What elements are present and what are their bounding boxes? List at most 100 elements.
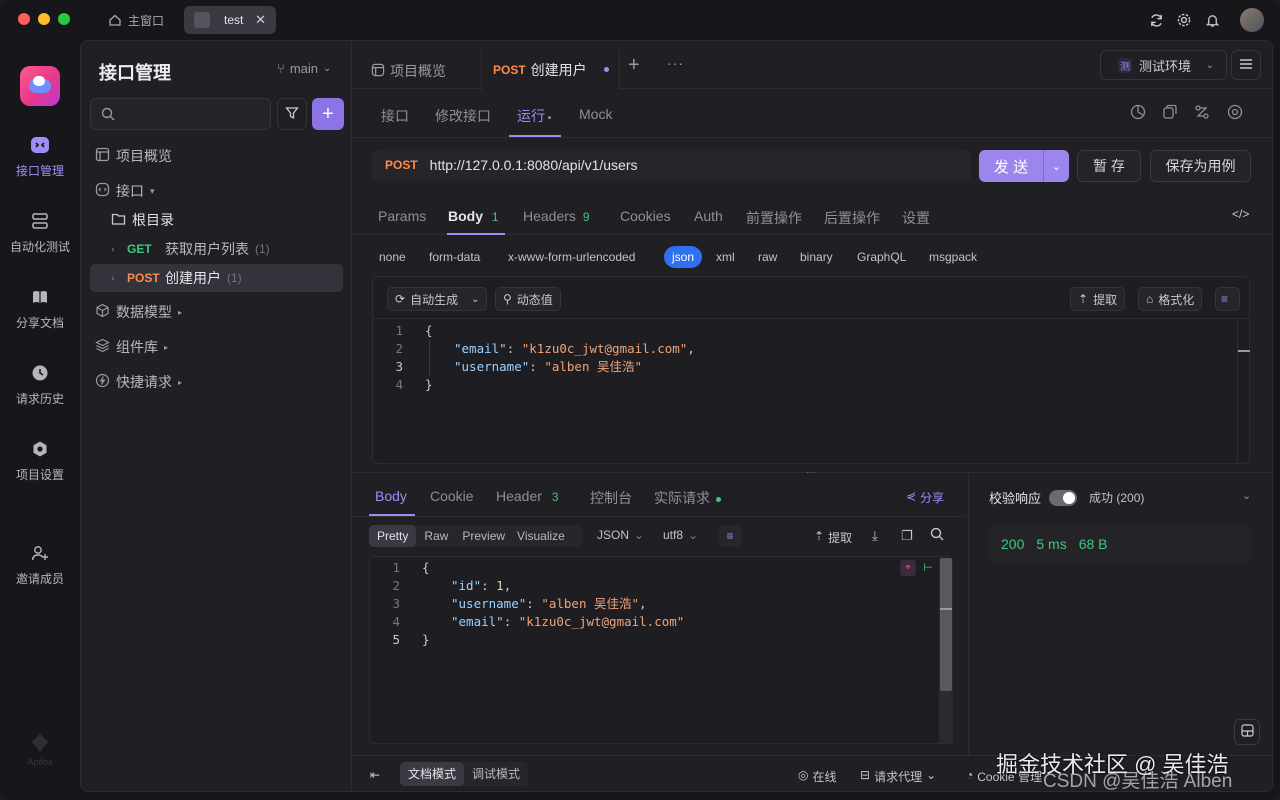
minimize-window-button[interactable] [38,13,50,25]
view-pretty[interactable]: Pretty [369,525,417,547]
wrap-button[interactable]: ≡ [718,525,742,547]
validate-toggle[interactable] [1049,489,1078,506]
tree-item-root[interactable]: 根目录 [109,206,343,234]
tab-response-header[interactable]: Header 3 [496,488,559,504]
tab-response-cookie[interactable]: Cookie [430,488,474,504]
collapse-sidebar-icon[interactable]: ⇤ [370,768,380,782]
tab-actual-request[interactable]: 实际请求 [654,488,721,508]
body-type-msgpack[interactable]: msgpack [929,246,977,268]
doc-tab-overview[interactable]: 项目概览 [371,61,446,81]
tree-item-apis[interactable]: 接口 ▾ [93,177,343,205]
url-bar[interactable]: POST http://127.0.0.1:8080/api/v1/users [372,149,971,181]
rail-item-automation[interactable]: 自动化测试 [0,210,80,255]
layout-toggle-button[interactable] [1234,719,1260,745]
copy-icon[interactable]: ❐ [901,528,913,544]
save-as-case-button[interactable]: 保存为用例 [1150,150,1251,182]
method-selector[interactable]: POST [385,158,418,172]
format-selector[interactable]: JSON ⌄ [597,528,644,542]
tab-pre-processors[interactable]: 前置操作 [746,208,802,228]
target-icon[interactable]: ⌖ [900,560,916,576]
body-type-json[interactable]: json [664,246,703,268]
close-window-button[interactable] [18,13,30,25]
body-type-urlencoded[interactable]: x-www-form-urlencoded [508,246,635,268]
tab-cookies[interactable]: Cookies [620,208,671,224]
tree-item-quick-requests[interactable]: 快捷请求 ▸ [93,368,343,396]
send-options-button[interactable]: ⌄ [1043,150,1069,182]
tab-run[interactable]: 运行 • [517,106,551,126]
maximize-window-button[interactable] [58,13,70,25]
debug-mode-button[interactable]: 调试模式 [464,762,528,786]
body-type-graphql[interactable]: GraphQL [857,246,906,268]
response-extract-button[interactable]: ⇡ 提取 [814,529,852,546]
share-button[interactable]: ⋞ 分享 [906,489,944,506]
format-button[interactable]: ⌂ 格式化 [1138,287,1203,311]
online-status[interactable]: ◎ 在线 [798,768,837,785]
tab-body[interactable]: Body 1 [448,208,499,224]
tree-item-overview[interactable]: 项目概览 [93,142,343,170]
filter-button[interactable] [277,98,307,130]
environment-selector[interactable]: 测 测试环境 ⌄ [1100,50,1227,80]
close-tab-icon[interactable]: ✕ [255,12,266,28]
rail-item-invite[interactable]: 邀请成员 [0,542,80,587]
rail-item-api-management[interactable]: 接口管理 [0,134,80,179]
tab-edit-api[interactable]: 修改接口 [435,106,491,126]
body-type-none[interactable]: none [379,246,406,268]
menu-button[interactable] [1231,50,1261,80]
body-type-binary[interactable]: binary [800,246,833,268]
viewer-scrollbar[interactable] [939,558,953,743]
tab-post-processors[interactable]: 后置操作 [824,208,880,228]
bell-icon[interactable] [1203,11,1221,29]
send-button[interactable]: 发 送 [979,150,1043,182]
chevron-down-icon[interactable]: ⌄ [1242,489,1251,502]
tree-item-components[interactable]: 组件库 ▸ [93,333,343,361]
wrap-button[interactable]: ≡ [1215,287,1240,311]
tree-item-create-user[interactable]: › POST 创建用户 (1) [90,264,343,292]
doc-tab-create-user[interactable]: POST 创建用户 [481,49,620,90]
editor-scrollbar[interactable] [1237,320,1250,463]
tab-console[interactable]: 控制台 [590,488,632,508]
response-code[interactable]: 1 2 3 4 5 { "id": 1, "username": "alben … [370,559,930,739]
encoding-selector[interactable]: utf8 ⌄ [663,528,698,542]
auto-generate-button[interactable]: ⟳ 自动生成 ⌄ [387,287,488,311]
tab-main-window[interactable]: 主窗口 [98,6,176,34]
tab-response-body[interactable]: Body [375,488,407,504]
tab-auth[interactable]: Auth [694,208,723,224]
extract-button[interactable]: ⇡ 提取 [1070,287,1126,311]
copy-icon[interactable] [1162,104,1180,122]
add-button[interactable]: + [312,98,344,130]
view-preview[interactable]: Preview [456,525,511,547]
gear-icon[interactable] [1175,11,1193,29]
bracket-icon[interactable]: ⊢ [921,560,935,576]
refresh-icon[interactable] [1147,11,1165,29]
tab-headers[interactable]: Headers 9 [523,208,590,224]
tab-api[interactable]: 接口 [381,106,409,126]
save-draft-button[interactable]: 暂 存 [1077,150,1141,182]
url-input[interactable]: http://127.0.0.1:8080/api/v1/users [430,157,638,173]
tree-item-get-users[interactable]: › GET 获取用户列表 (1) [109,235,343,263]
view-raw[interactable]: Raw [416,525,456,547]
doc-mode-button[interactable]: 文档模式 [400,762,465,786]
chart-icon[interactable] [1130,104,1148,122]
branch-selector[interactable]: ⑂ main ⌄ [277,61,331,76]
tab-test-project[interactable]: test ✕ [184,6,276,34]
proxy-selector[interactable]: ⊟ 请求代理 ⌄ [860,768,936,785]
rail-item-history[interactable]: 请求历史 [0,362,80,407]
project-logo[interactable] [20,66,60,106]
body-type-xml[interactable]: xml [716,246,735,268]
tab-mock[interactable]: Mock [579,106,612,122]
view-visualize[interactable]: Visualize [511,525,571,547]
tab-settings[interactable]: 设置 [902,208,930,228]
body-type-form-data[interactable]: form-data [429,246,480,268]
rail-item-share-docs[interactable]: 分享文档 [0,286,80,331]
tree-item-data-models[interactable]: 数据模型 ▸ [93,298,343,326]
body-type-raw[interactable]: raw [758,246,777,268]
avatar[interactable] [1240,8,1264,32]
code-icon[interactable]: </> [1232,207,1249,221]
request-code[interactable]: 1 2 3 4 { "email": "k1zu0c_jwt@gmail.com… [373,322,1233,462]
search-input[interactable] [121,104,261,124]
settings-icon[interactable] [1227,104,1245,122]
flow-icon[interactable] [1194,104,1212,122]
new-tab-button[interactable]: + [628,54,640,77]
search-field[interactable] [90,98,271,130]
search-icon[interactable] [930,527,944,544]
